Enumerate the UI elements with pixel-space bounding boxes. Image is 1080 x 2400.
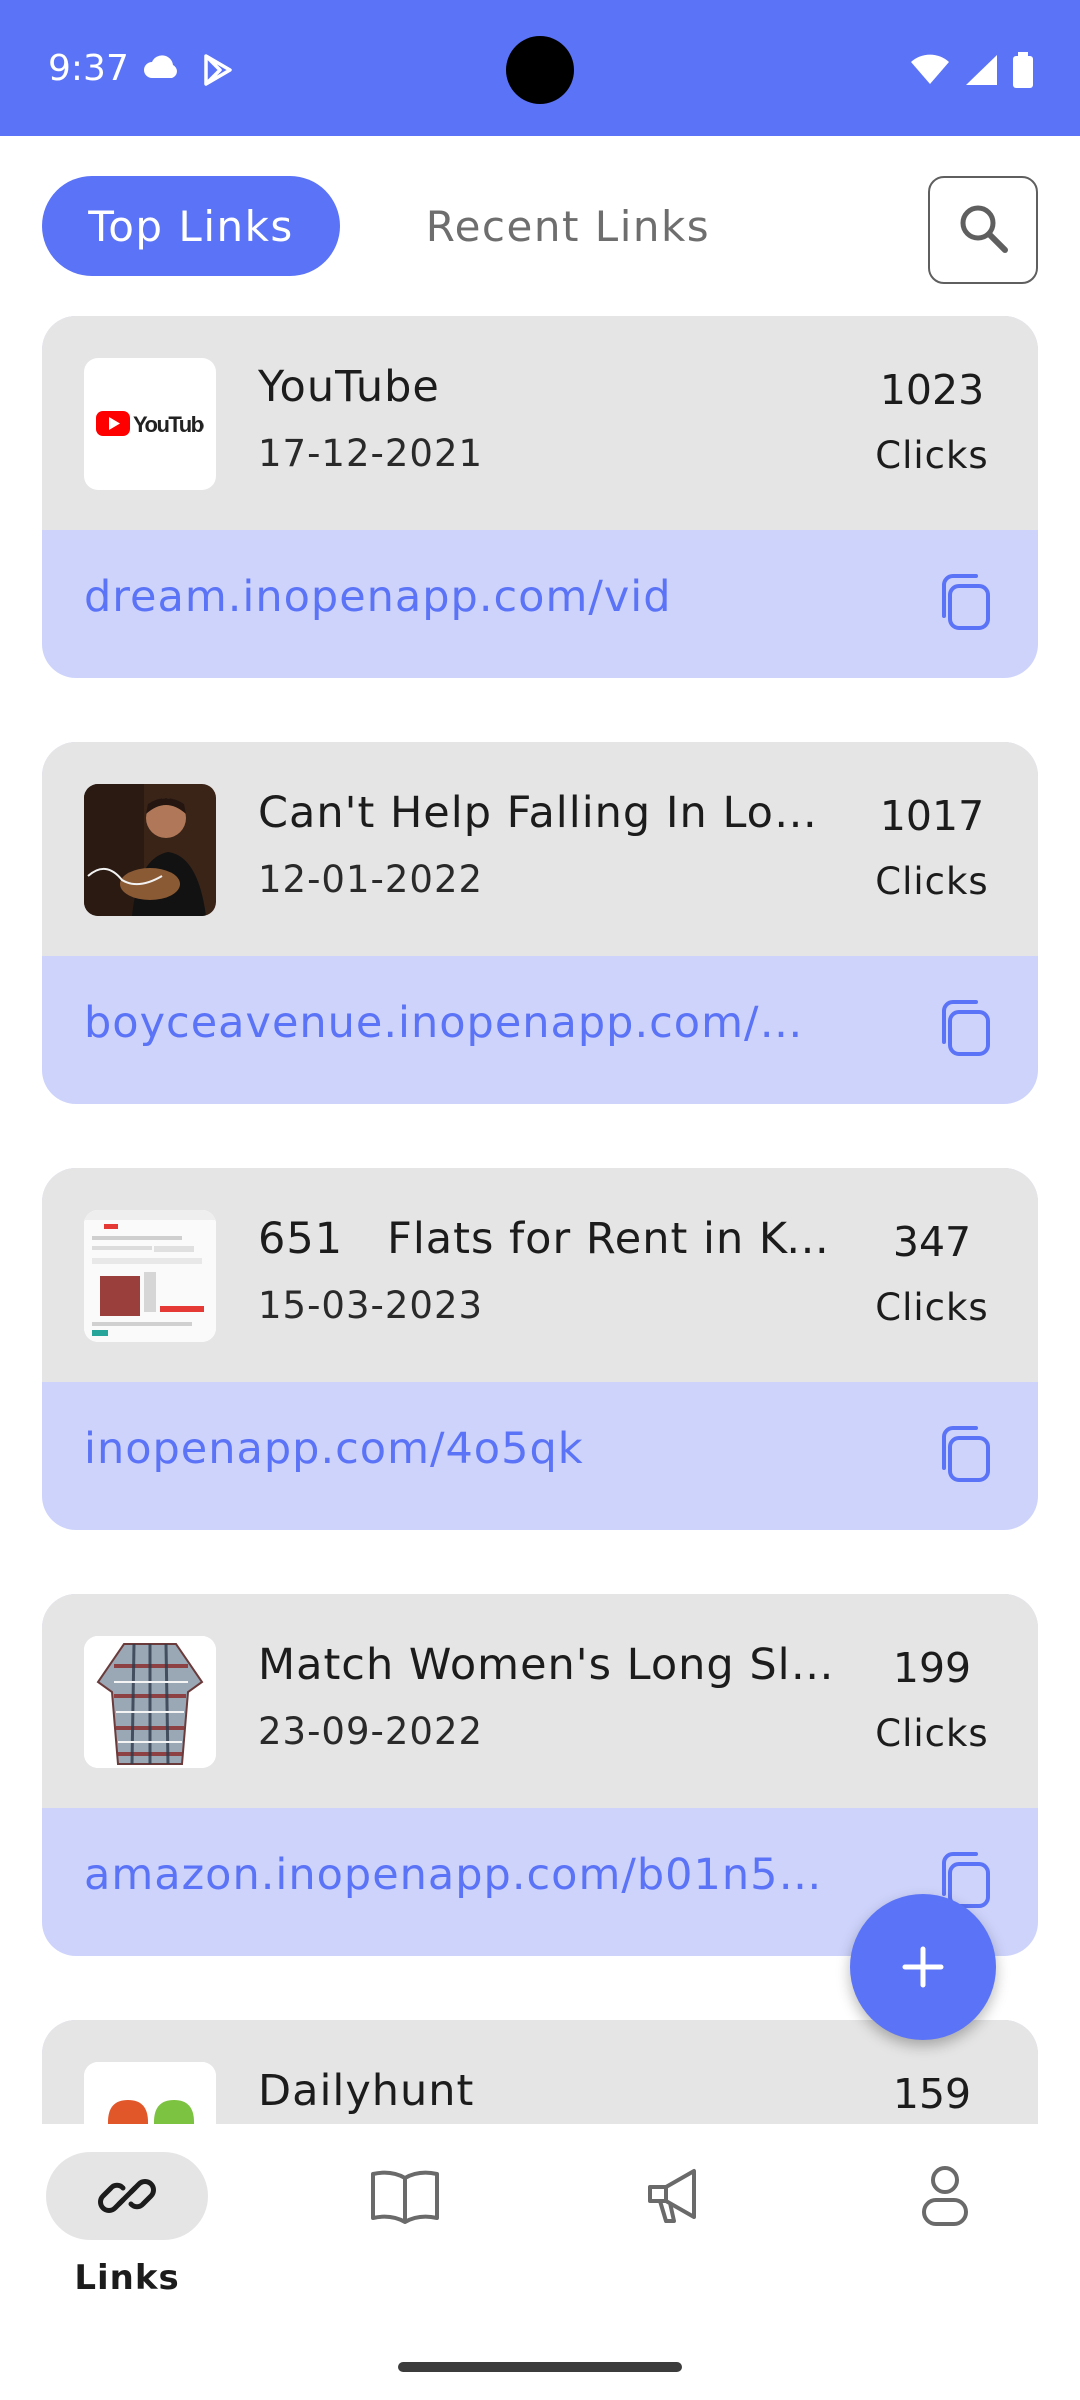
click-count: 1017 xyxy=(879,792,985,840)
book-icon xyxy=(371,2170,439,2224)
nav-label-links: Links xyxy=(74,2258,180,2298)
nav-item-courses[interactable] xyxy=(270,2124,540,2324)
nav-item-campaigns[interactable] xyxy=(540,2124,810,2324)
link-thumbnail xyxy=(84,1210,216,1342)
link-card-header: 651 Flats for Rent in Kor… 15-03-2023 34… xyxy=(42,1168,1038,1382)
link-title: YouTube xyxy=(258,362,440,412)
copy-button[interactable] xyxy=(934,570,998,634)
link-thumbnail xyxy=(84,784,216,916)
nav-item-links[interactable]: Links xyxy=(0,2124,270,2324)
plus-icon xyxy=(902,1946,944,1988)
nav-active-pill xyxy=(46,2152,208,2240)
link-icon xyxy=(98,2179,156,2213)
svg-text:YouTube: YouTube xyxy=(133,412,204,437)
link-date: 23-09-2022 xyxy=(258,1710,484,1753)
webpage-thumbnail xyxy=(84,1210,216,1342)
link-card[interactable]: Dailyhunt 159 xyxy=(42,2020,1038,2124)
link-thumbnail xyxy=(84,1636,216,1768)
link-thumbnail xyxy=(84,2062,216,2124)
clicks-label: Clicks xyxy=(875,1712,989,1755)
link-url[interactable]: boyceavenue.inopenapp.com/… xyxy=(84,998,854,1048)
copy-button[interactable] xyxy=(934,996,998,1060)
tab-top-links[interactable]: Top Links xyxy=(42,176,340,276)
status-bar: 9:37 xyxy=(0,0,1080,136)
battery-icon xyxy=(1012,52,1034,92)
click-count: 199 xyxy=(892,1644,972,1692)
copy-icon xyxy=(942,1000,990,1056)
clicks-label: Clicks xyxy=(875,860,989,903)
shirt-thumbnail xyxy=(84,1636,216,1768)
copy-icon xyxy=(942,574,990,630)
add-link-button[interactable] xyxy=(850,1894,996,2040)
link-title: 651 Flats for Rent in Kor… xyxy=(258,1214,838,1264)
tab-recent-links[interactable]: Recent Links xyxy=(398,176,738,276)
clicks-label: Clicks xyxy=(875,1286,989,1329)
link-card-header: Dailyhunt 159 xyxy=(42,2020,1038,2124)
bottom-nav: Links xyxy=(0,2124,1080,2400)
clicks-label: Clicks xyxy=(875,434,989,477)
link-url[interactable]: inopenapp.com/4o5qk xyxy=(84,1424,854,1474)
cloud-icon xyxy=(142,52,182,92)
click-count: 1023 xyxy=(879,366,985,414)
link-card[interactable]: Can't Help Falling In Love … 12-01-2022 … xyxy=(42,742,1038,1104)
dailyhunt-logo xyxy=(84,2062,216,2124)
search-icon xyxy=(956,201,1010,259)
link-title: Match Women's Long Sle… xyxy=(258,1640,838,1690)
link-date: 15-03-2023 xyxy=(258,1284,484,1327)
click-count: 347 xyxy=(892,1218,972,1266)
tabs-row: Top Links Recent Links xyxy=(0,136,1080,316)
wifi-icon xyxy=(910,54,950,90)
link-url[interactable]: dream.inopenapp.com/vid xyxy=(84,572,854,622)
link-date: 17-12-2021 xyxy=(258,432,484,475)
link-thumbnail: YouTube xyxy=(84,358,216,490)
link-card-header: Can't Help Falling In Love … 12-01-2022 … xyxy=(42,742,1038,956)
copy-icon xyxy=(942,1426,990,1482)
search-button[interactable] xyxy=(928,176,1038,284)
link-title: Dailyhunt xyxy=(258,2066,475,2116)
link-title: Can't Help Falling In Love … xyxy=(258,788,838,838)
home-indicator[interactable] xyxy=(398,2362,682,2372)
link-url[interactable]: amazon.inopenapp.com/b01n5… xyxy=(84,1850,854,1900)
copy-button[interactable] xyxy=(934,1422,998,1486)
link-date: 12-01-2022 xyxy=(258,858,484,901)
megaphone-icon xyxy=(648,2169,696,2223)
music-video-thumbnail xyxy=(84,784,216,916)
link-card[interactable]: 651 Flats for Rent in Kor… 15-03-2023 34… xyxy=(42,1168,1038,1530)
link-card[interactable]: YouTube YouTube 17-12-2021 1023 Clicks d… xyxy=(42,316,1038,678)
youtube-logo: YouTube xyxy=(96,411,204,437)
click-count: 159 xyxy=(892,2070,972,2118)
profile-icon xyxy=(922,2166,968,2226)
play-store-icon xyxy=(200,52,236,92)
link-card-header: YouTube YouTube 17-12-2021 1023 Clicks xyxy=(42,316,1038,530)
camera-cutout xyxy=(506,36,574,104)
links-list: YouTube YouTube 17-12-2021 1023 Clicks d… xyxy=(0,316,1080,2124)
status-time: 9:37 xyxy=(48,48,129,89)
signal-icon xyxy=(964,54,998,90)
nav-item-profile[interactable] xyxy=(810,2124,1080,2324)
link-card-header: Match Women's Long Sle… 23-09-2022 199 C… xyxy=(42,1594,1038,1808)
